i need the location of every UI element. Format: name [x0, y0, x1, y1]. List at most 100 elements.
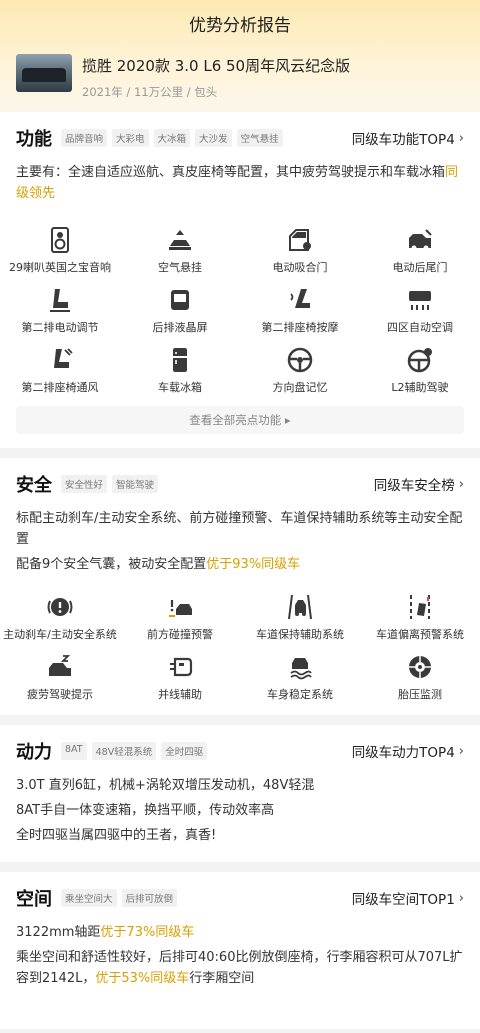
fatigue-icon — [49, 655, 71, 676]
safety-item[interactable]: 主动刹车/主动安全系统 — [0, 589, 120, 649]
tag: 乘坐空间大 — [61, 889, 117, 907]
speaker-icon — [51, 227, 69, 253]
safety-item[interactable]: 车身稳定系统 — [240, 649, 360, 709]
power-rank-label: 同级车动力TOP4 — [351, 745, 455, 761]
tag: 全时四驱 — [161, 742, 208, 760]
feature-label: 第二排电动调节 — [21, 321, 99, 334]
space-section: 空间 乘坐空间大 后排可放倒 同级车空间TOP1 › 3122mm轴距优于73%… — [0, 872, 480, 1029]
feature-item[interactable]: 车载冰箱 — [120, 342, 240, 402]
safety-tags: 安全性好 智能驾驶 — [61, 475, 159, 493]
safety-description: 标配主动刹车/主动安全系统、前方碰撞预警、车道保持辅助系统等主动安全配置 — [16, 511, 463, 547]
safety-item[interactable]: 前方碰撞预警 — [120, 589, 240, 649]
seat-massage-icon — [290, 289, 310, 308]
assisted-driving-icon — [407, 348, 432, 373]
page-title: 优势分析报告 — [189, 16, 291, 36]
tag: 8AT — [61, 742, 87, 760]
function-description: 主要有：全速自适应巡航、真皮座椅等配置，其中疲劳驾驶提示和车载冰箱同级领先 — [16, 162, 464, 204]
feature-label: L2辅助驾驶 — [391, 381, 449, 394]
power-line: 3.0T 直列6缸，机械+涡轮双增压发动机，48V轻混 — [16, 778, 315, 793]
feature-label: 第二排座椅按摩 — [261, 321, 339, 334]
space-description: 乘坐空间和舒适性较好，后排可40:60比例放倒座椅，行李厢容积可从707L扩容到… — [16, 947, 464, 989]
function-tags: 品牌音响 大彩电 大冰箱 大沙发 空气悬挂 — [61, 129, 283, 147]
feature-label: 第二排座椅通风 — [21, 381, 99, 394]
safety-label: 车身稳定系统 — [267, 688, 333, 701]
lane-keep-icon — [288, 594, 312, 620]
safety-section: 安全 安全性好 智能驾驶 同级车安全榜 › 标配主动刹车/主动安全系统、前方碰撞… — [0, 458, 480, 715]
feature-item[interactable]: 方向盘记忆 — [240, 342, 360, 402]
tag: 后排可放倒 — [121, 889, 178, 907]
feature-item[interactable]: 空气悬挂 — [120, 222, 240, 282]
air-suspension-icon — [169, 230, 191, 250]
function-grid: 29喇叭英国之宝音响 空气悬挂 电动吸合门 电动后尾门 第二排电动调节 后排液晶… — [0, 222, 480, 402]
feature-item[interactable]: L2辅助驾驶 — [360, 342, 480, 402]
safety-item[interactable]: 车道保持辅助系统 — [240, 589, 360, 649]
power-tailgate-icon — [409, 229, 432, 251]
fridge-icon — [173, 348, 187, 372]
safety-label: 主动刹车/主动安全系统 — [3, 628, 117, 641]
tire-pressure-icon — [409, 656, 431, 678]
feature-item[interactable]: 第二排座椅按摩 — [240, 282, 360, 342]
tag: 空气悬挂 — [236, 129, 283, 147]
safety-airbag-description: 配备9个安全气囊，被动安全配置优于93%同级车 — [16, 554, 464, 575]
space-rank-label: 同级车空间TOP1 — [351, 892, 455, 908]
car-thumbnail — [16, 54, 72, 92]
car-summary[interactable]: 揽胜 2020款 3.0 L6 50周年风云纪念版 2021年 / 11万公里 … — [0, 36, 480, 100]
tag: 安全性好 — [61, 475, 108, 493]
safety-label: 胎压监测 — [398, 688, 442, 701]
steering-wheel-icon — [287, 347, 313, 373]
function-section: 功能 品牌音响 大彩电 大冰箱 大沙发 空气悬挂 同级车功能TOP4 › 主要有… — [0, 112, 480, 448]
feature-item[interactable]: 第二排电动调节 — [0, 282, 120, 342]
space-line1-highlight: 优于73%同级车 — [100, 925, 195, 940]
safety-title: 安全 — [16, 475, 52, 496]
feature-label: 电动吸合门 — [272, 261, 328, 274]
air-conditioner-icon — [409, 291, 431, 310]
safety-item[interactable]: 胎压监测 — [360, 649, 480, 709]
safety-desc-main: 配备9个安全气囊，被动安全配置 — [16, 557, 207, 572]
power-line: 8AT手自一体变速箱，换挡平顺，传动效率高 — [16, 803, 275, 818]
safety-grid: 主动刹车/主动安全系统 前方碰撞预警 车道保持辅助系统 车道偏离预警系统 疲劳驾… — [0, 589, 480, 709]
feature-item[interactable]: 电动后尾门 — [360, 222, 480, 282]
tag: 大沙发 — [195, 129, 232, 147]
stability-icon — [290, 658, 312, 680]
feature-item[interactable]: 29喇叭英国之宝音响 — [0, 222, 120, 282]
brake-icon — [47, 598, 73, 616]
safety-label: 并线辅助 — [158, 688, 202, 701]
space-title: 空间 — [16, 889, 52, 910]
rear-screen-icon — [171, 290, 189, 310]
power-section: 动力 8AT 48V轻混系统 全时四驱 同级车动力TOP4 › 3.0T 直列6… — [0, 725, 480, 862]
tag: 48V轻混系统 — [91, 742, 157, 760]
feature-label: 电动后尾门 — [392, 261, 448, 274]
power-rank-link[interactable]: 同级车动力TOP4 › — [351, 741, 464, 762]
view-all-features-button[interactable]: 查看全部亮点功能 ▸ — [16, 406, 464, 434]
space-tags: 乘坐空间大 后排可放倒 — [61, 889, 178, 907]
car-name: 揽胜 2020款 3.0 L6 50周年风云纪念版 — [82, 57, 351, 75]
feature-item[interactable]: 第二排座椅通风 — [0, 342, 120, 402]
feature-item[interactable]: 后排液晶屏 — [120, 282, 240, 342]
feature-item[interactable]: 电动吸合门 — [240, 222, 360, 282]
space-wheelbase: 3122mm轴距优于73%同级车 — [16, 922, 464, 943]
space-line2-tail: 行李厢空间 — [189, 971, 255, 986]
safety-item[interactable]: 并线辅助 — [120, 649, 240, 709]
feature-label: 方向盘记忆 — [272, 381, 328, 394]
function-rank-link[interactable]: 同级车功能TOP4 › — [352, 128, 464, 149]
safety-label: 车道保持辅助系统 — [256, 628, 344, 641]
safety-item[interactable]: 车道偏离预警系统 — [360, 589, 480, 649]
feature-item[interactable]: 四区自动空调 — [360, 282, 480, 342]
chevron-right-icon: › — [458, 890, 464, 906]
seat-adjust-icon — [50, 289, 70, 312]
tag: 品牌音响 — [61, 129, 108, 147]
space-line2-highlight: 优于53%同级车 — [95, 971, 190, 986]
tag: 大冰箱 — [153, 129, 191, 147]
lane-departure-icon — [410, 595, 430, 619]
tag: 智能驾驶 — [112, 475, 159, 493]
power-tags: 8AT 48V轻混系统 全时四驱 — [61, 742, 208, 760]
chevron-right-icon: › — [458, 130, 464, 146]
chevron-right-icon: › — [458, 476, 464, 492]
function-title: 功能 — [16, 129, 52, 150]
collision-warning-icon — [169, 600, 192, 617]
safety-rank-link[interactable]: 同级车安全榜 › — [374, 474, 464, 495]
space-line1-main: 3122mm轴距 — [16, 925, 101, 940]
car-meta: 2021年 / 11万公里 / 包头 — [82, 85, 218, 99]
space-rank-link[interactable]: 同级车空间TOP1 › — [351, 888, 464, 909]
safety-item[interactable]: 疲劳驾驶提示 — [0, 649, 120, 709]
